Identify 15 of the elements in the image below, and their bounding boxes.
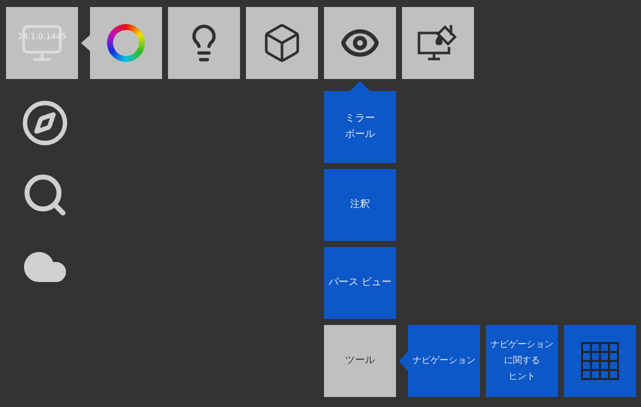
- menu-tile[interactable]: [324, 7, 396, 79]
- color-wheel-icon: [107, 24, 145, 62]
- compass-icon[interactable]: [21, 99, 69, 147]
- tool-tile[interactable]: [564, 325, 636, 397]
- menu-tile[interactable]: [402, 7, 474, 79]
- submenu-tile[interactable]: 注釈: [324, 169, 396, 241]
- menu-tile[interactable]: [90, 7, 162, 79]
- grid-icon: [581, 342, 619, 380]
- tool-tile[interactable]: ナビゲーション に関する ヒント: [486, 325, 558, 397]
- submenu-tile[interactable]: ミラー ボール: [324, 91, 396, 163]
- submenu-tile[interactable]: パース ビュー: [324, 247, 396, 319]
- menu-tile[interactable]: [246, 7, 318, 79]
- tool-tile[interactable]: ナビゲーション: [408, 325, 480, 397]
- submenu-tile[interactable]: ツール: [324, 325, 396, 397]
- menu-tile[interactable]: [168, 7, 240, 79]
